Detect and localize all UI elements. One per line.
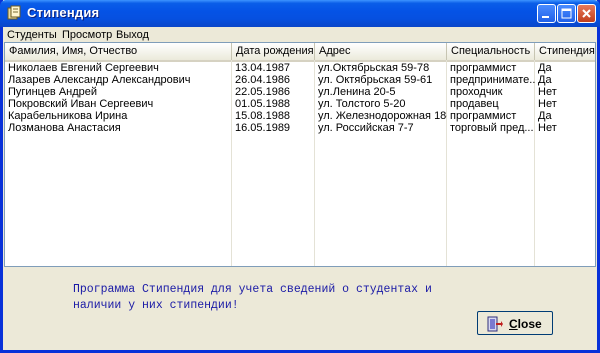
window-title: Стипендия <box>27 5 100 20</box>
main-window: Стипендия Студенты Просмотр Выход Фамили… <box>0 0 600 353</box>
cell-birthdate: 13.04.1987 <box>235 62 291 74</box>
door-exit-icon <box>487 316 503 332</box>
cell-name: Лазарев Александр Александрович <box>8 74 191 86</box>
close-button-label: Close <box>509 317 542 331</box>
cell-specialty: проходчик <box>450 86 503 98</box>
bottom-panel: Программа Стипендия для учета сведений о… <box>3 268 597 350</box>
cell-address: ул.Ленина 20-5 <box>318 86 396 98</box>
column-header-address[interactable]: Адрес <box>315 43 447 60</box>
cell-address: ул. Российская 7-7 <box>318 122 414 134</box>
cell-birthdate: 16.05.1989 <box>235 122 291 134</box>
cell-name: Покровский Иван Сергеевич <box>8 98 154 110</box>
cell-scholarship: Да <box>538 74 552 86</box>
cell-address: ул. Железнодорожная 18-9 <box>318 110 447 122</box>
close-button[interactable]: Close <box>477 311 553 335</box>
table-row[interactable]: Лозманова Анастасия 16.05.1989 ул. Росси… <box>5 122 595 134</box>
cell-address: ул. Октябрьская 59-61 <box>318 74 433 86</box>
table-row[interactable]: Лазарев Александр Александрович 26.04.19… <box>5 74 595 86</box>
table-row[interactable]: Карабельникова Ирина 15.08.1988 ул. Желе… <box>5 110 595 122</box>
maximize-button[interactable] <box>557 4 576 23</box>
table-row[interactable]: Покровский Иван Сергеевич 01.05.1988 ул.… <box>5 98 595 110</box>
window-close-button[interactable] <box>577 4 596 23</box>
cell-name: Карабельникова Ирина <box>8 110 128 122</box>
title-bar[interactable]: Стипендия <box>0 0 600 27</box>
cell-specialty: продавец <box>450 98 499 110</box>
menu-view[interactable]: Просмотр <box>62 29 112 41</box>
cell-name: Николаев Евгений Сергеевич <box>8 62 159 74</box>
minimize-icon <box>542 16 549 18</box>
cell-address: ул. Толстого 5-20 <box>318 98 406 110</box>
column-header-birthdate[interactable]: Дата рождения <box>232 43 315 60</box>
description-line: Программа Стипендия для учета сведений о… <box>73 283 432 296</box>
students-table[interactable]: Фамилия, Имя, Отчество Дата рождения Адр… <box>4 42 596 267</box>
cell-specialty: предпринимате... <box>450 74 535 86</box>
cell-birthdate: 22.05.1986 <box>235 86 291 98</box>
close-icon <box>582 9 591 18</box>
cell-address: ул.Октябрьская 59-78 <box>318 62 430 74</box>
table-header: Фамилия, Имя, Отчество Дата рождения Адр… <box>5 43 595 62</box>
cell-specialty: программист <box>450 62 517 74</box>
column-header-scholarship[interactable]: Стипендия <box>535 43 595 60</box>
cell-scholarship: Нет <box>538 86 557 98</box>
table-row[interactable]: Пугинцев Андрей 22.05.1986 ул.Ленина 20-… <box>5 86 595 98</box>
cell-scholarship: Да <box>538 110 552 122</box>
cell-specialty: программист <box>450 110 517 122</box>
menu-exit[interactable]: Выход <box>116 29 149 41</box>
app-icon <box>7 5 21 20</box>
cell-birthdate: 26.04.1986 <box>235 74 291 86</box>
cell-scholarship: Нет <box>538 122 557 134</box>
cell-name: Лозманова Анастасия <box>8 122 121 134</box>
maximize-icon <box>561 8 572 19</box>
cell-scholarship: Нет <box>538 98 557 110</box>
description-line: наличии у них стипендии! <box>73 299 239 312</box>
cell-birthdate: 15.08.1988 <box>235 110 291 122</box>
cell-specialty: торговый пред... <box>450 122 534 134</box>
table-row[interactable]: Николаев Евгений Сергеевич 13.04.1987 ул… <box>5 62 595 74</box>
program-description: Программа Стипендия для учета сведений о… <box>73 282 523 314</box>
minimize-button[interactable] <box>537 4 556 23</box>
menu-students[interactable]: Студенты <box>7 29 57 41</box>
cell-scholarship: Да <box>538 62 552 74</box>
column-header-name[interactable]: Фамилия, Имя, Отчество <box>5 43 232 60</box>
column-header-specialty[interactable]: Специальность <box>447 43 535 60</box>
cell-name: Пугинцев Андрей <box>8 86 98 98</box>
cell-birthdate: 01.05.1988 <box>235 98 291 110</box>
